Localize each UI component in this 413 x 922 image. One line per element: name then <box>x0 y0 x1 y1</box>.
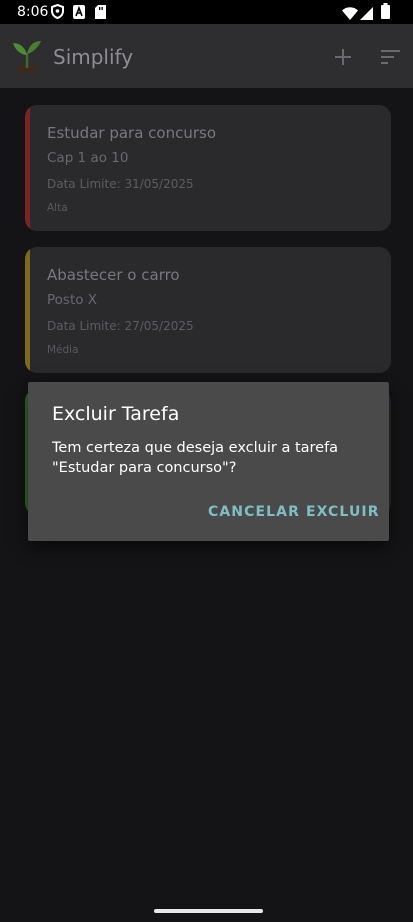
priority-accent-bar <box>25 247 30 373</box>
delete-button[interactable]: EXCLUIR <box>306 502 380 522</box>
shield-icon <box>51 3 64 23</box>
task-card[interactable]: Estudar para concurso Cap 1 ao 10 Data L… <box>25 105 391 231</box>
task-deadline: Data Limite: 27/05/2025 <box>47 319 194 333</box>
task-title: Abastecer o carro <box>47 266 180 284</box>
dialog-title: Excluir Tarefa <box>52 403 180 425</box>
task-deadline: Data Limite: 31/05/2025 <box>47 177 194 191</box>
app-screen: 8:06 Simplify Estudar para concurso Cap … <box>0 0 413 922</box>
task-description: Cap 1 ao 10 <box>47 150 129 166</box>
status-time: 8:06 <box>17 4 49 20</box>
signal-icon <box>360 5 373 24</box>
delete-task-dialog: Excluir Tarefa Tem certeza que deseja ex… <box>28 382 389 541</box>
sort-icon <box>381 50 400 64</box>
wifi-icon <box>342 5 358 24</box>
task-description: Posto X <box>47 292 98 308</box>
task-priority: Alta <box>47 202 68 214</box>
task-card[interactable]: Abastecer o carro Posto X Data Limite: 2… <box>25 247 391 373</box>
gesture-nav-handle[interactable] <box>154 909 263 913</box>
battery-icon <box>381 3 390 23</box>
sd-card-icon <box>95 4 106 23</box>
task-priority: Média <box>47 344 79 356</box>
priority-accent-bar <box>25 105 30 231</box>
cancel-button[interactable]: CANCELAR <box>208 502 300 522</box>
sort-button[interactable] <box>378 44 404 70</box>
dialog-message: Tem certeza que deseja excluir a tarefa … <box>52 440 339 476</box>
a-notification-icon <box>73 4 85 23</box>
app-bar: Simplify <box>0 24 413 88</box>
status-bar: 8:06 <box>0 0 413 24</box>
app-title: Simplify <box>53 45 134 69</box>
add-icon <box>335 49 351 65</box>
sprout-logo-icon <box>10 38 44 74</box>
add-task-button[interactable] <box>330 44 356 70</box>
task-title: Estudar para concurso <box>47 124 217 142</box>
